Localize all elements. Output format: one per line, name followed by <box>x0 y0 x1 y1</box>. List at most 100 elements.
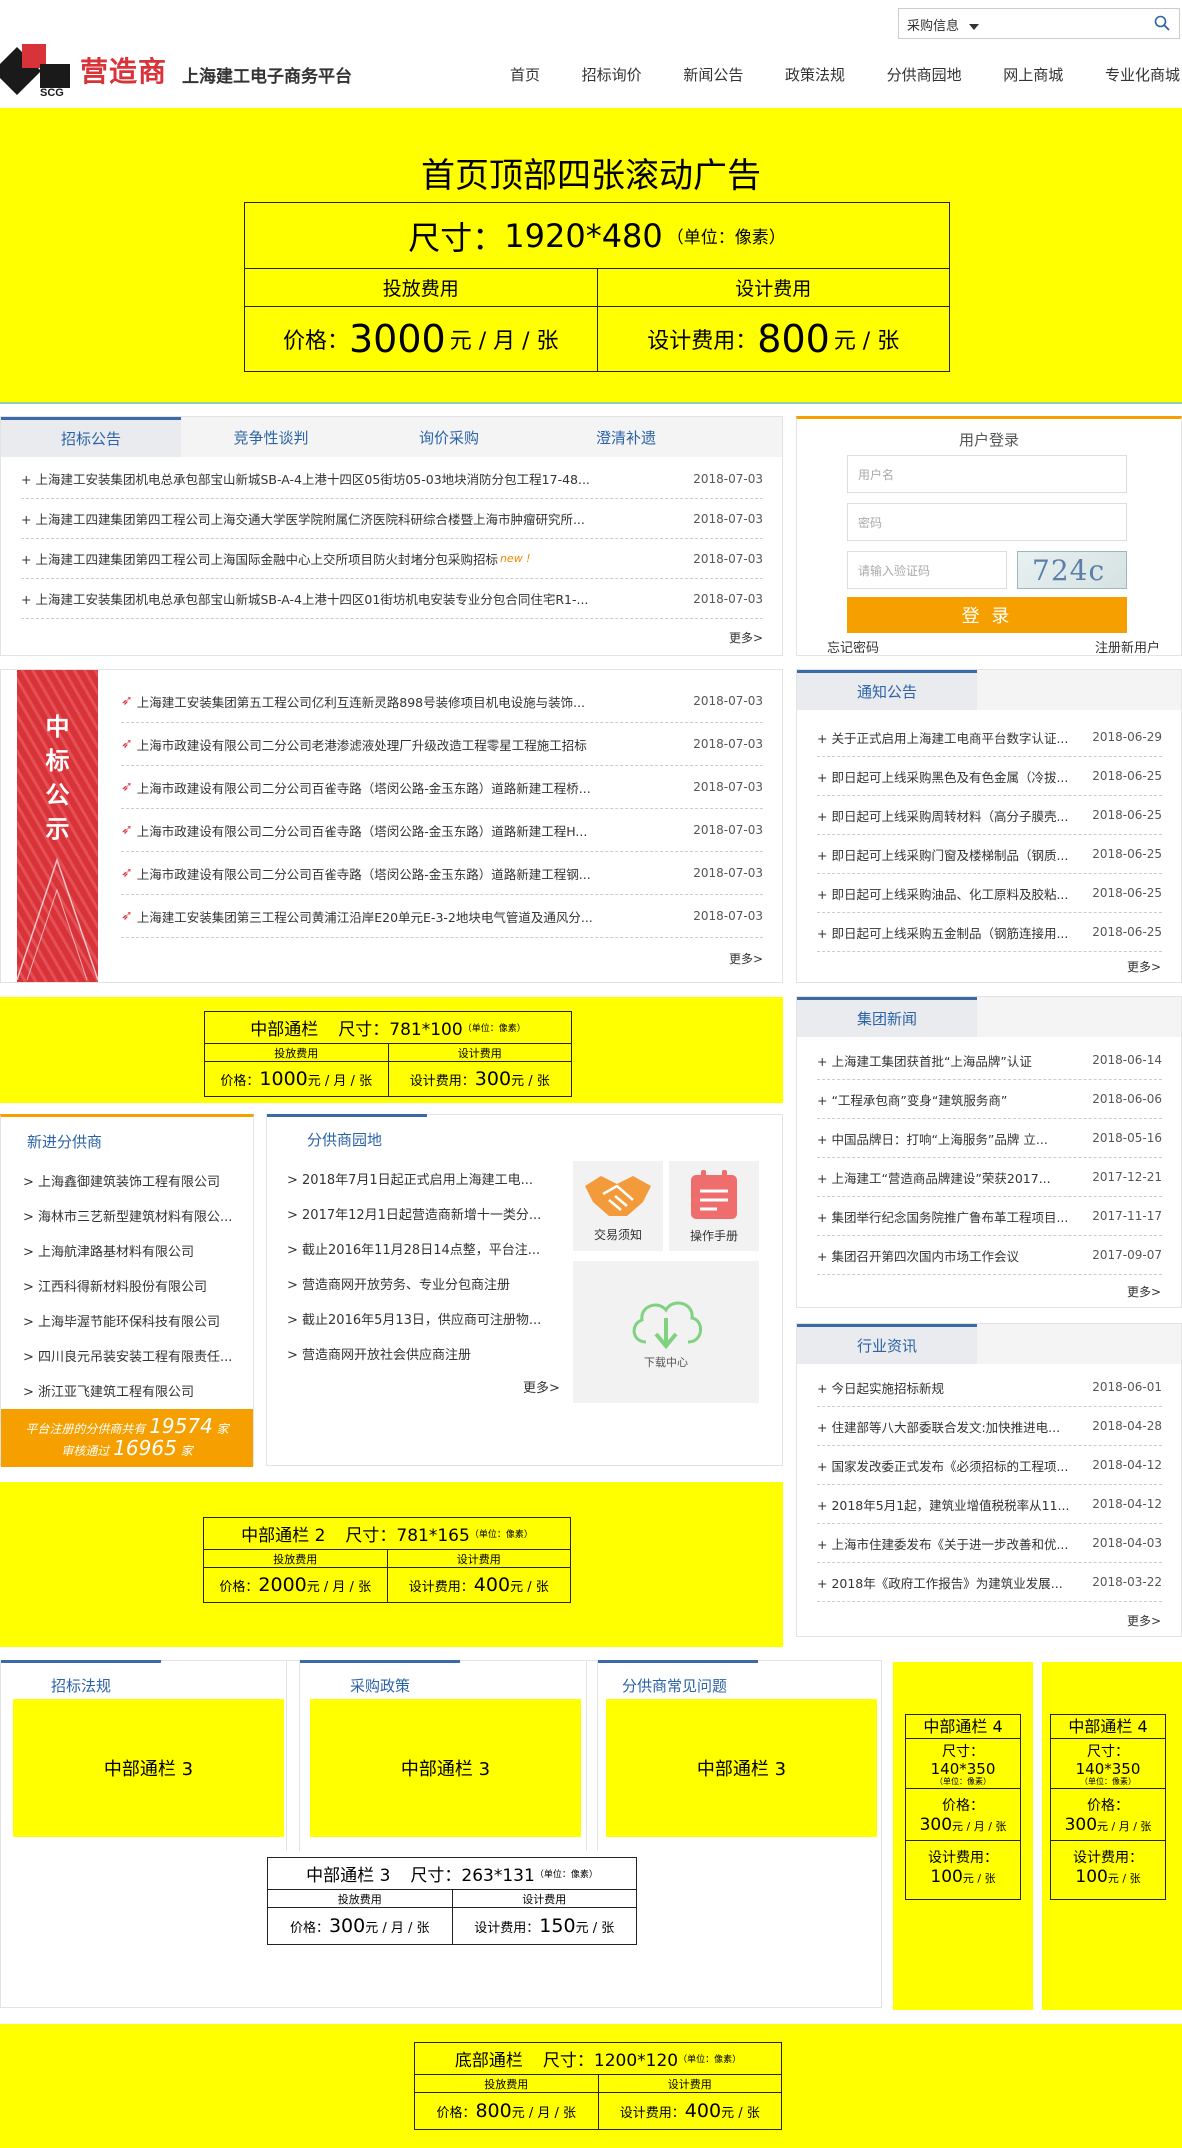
list-item-title[interactable]: + 关于正式启用上海建工电商平台数字认证... <box>817 728 1082 747</box>
tab-inquiry-purchase[interactable]: 询价采购 <box>359 417 539 457</box>
list-item[interactable]: + 上海建工四建集团第四工程公司上海国际金融中心上交所项目防火封堵分包采购招标 n… <box>21 539 763 579</box>
trade-notice-tile[interactable]: 交易须知 <box>573 1161 663 1251</box>
list-item[interactable]: + 中国品牌日：打响“上海服务”品牌 立... 2018-05-16 <box>817 1119 1162 1158</box>
list-item[interactable]: > 四川良元吊装安装工程有限责任... <box>23 1340 249 1375</box>
list-item[interactable]: + 上海建工集团获首批“上海品牌”认证 2018-06-14 <box>817 1041 1162 1080</box>
list-item[interactable]: > 上海毕渥节能环保科技有限公司 <box>23 1305 249 1340</box>
list-item[interactable]: + 上海建工四建集团第四工程公司上海交通大学医学院附属仁济医院科研综合楼暨上海市… <box>21 499 763 539</box>
list-item-title[interactable]: 上海市政建设有限公司二分公司老港渗滤液处理厂升级改造工程零星工程施工招标 <box>137 735 684 754</box>
side-ad-2[interactable]: 中部通栏 4 尺寸： 140*350 （单位：像素） 价格： 300元 / 月 … <box>1042 1662 1182 2010</box>
nav-bidding[interactable]: 招标询价 <box>582 64 642 85</box>
list-item[interactable]: ➶ 上海市政建设有限公司二分公司百雀寺路（塔闵公路-金玉东路）道路新建工程H...… <box>121 809 763 852</box>
list-item-title[interactable]: + 即日起可上线采购五金制品（钢筋连接用... <box>817 923 1082 942</box>
tab-purchase-policy[interactable]: 采购政策 <box>350 1675 410 1696</box>
industry-more-link[interactable]: 更多> <box>1127 1612 1161 1629</box>
list-item[interactable]: ➶ 上海市政建设有限公司二分公司百雀寺路（塔闵公路-金玉东路）道路新建工程钢...… <box>121 852 763 895</box>
side-ad-1[interactable]: 中部通栏 4 尺寸： 140*350 （单位：像素） 价格： 300元 / 月 … <box>893 1662 1033 2010</box>
list-item[interactable]: + 集团举行纪念国务院推广鲁布革工程项目... 2017-11-17 <box>817 1197 1162 1236</box>
notice-more-link[interactable]: 更多> <box>1127 958 1161 975</box>
list-item-title[interactable]: 上海建工安装集团第五工程公司亿利互连新灵路898号装修项目机电设施与装饰... <box>137 692 684 711</box>
list-item[interactable]: + 即日起可上线采购周转材料（高分子膜壳... 2018-06-25 <box>817 796 1162 835</box>
supplier-garden-title[interactable]: 分供商园地 <box>307 1129 382 1150</box>
forgot-password-link[interactable]: 忘记密码 <box>827 637 879 656</box>
list-item-title[interactable]: 上海建工安装集团第三工程公司黄浦江沿岸E20单元E-3-2地块电气管道及通风分.… <box>137 907 684 926</box>
list-item[interactable]: > 截止2016年11月28日14点整，平台注... <box>287 1233 562 1268</box>
nav-home[interactable]: 首页 <box>510 64 540 85</box>
list-item-title[interactable]: + 即日起可上线采购黑色及有色金属（冷拔... <box>817 767 1082 786</box>
list-item[interactable]: + 2018年《政府工作报告》为建筑业发展... 2018-03-22 <box>817 1563 1162 1602</box>
list-item-title[interactable]: + 2018年《政府工作报告》为建筑业发展... <box>817 1573 1082 1592</box>
nav-news[interactable]: 新闻公告 <box>683 64 743 85</box>
tab-bidding-regulations[interactable]: 招标法规 <box>51 1675 111 1696</box>
list-item[interactable]: + “工程承包商”变身“建筑服务商” 2018-06-06 <box>817 1080 1162 1119</box>
list-item[interactable]: + 上海建工“营造商品牌建设”荣获2017... 2017-12-21 <box>817 1158 1162 1197</box>
nav-supplier-garden[interactable]: 分供商园地 <box>887 64 962 85</box>
group-news-more-link[interactable]: 更多> <box>1127 1283 1161 1300</box>
list-item[interactable]: + 国家发改委正式发布《必须招标的工程项... 2018-04-12 <box>817 1446 1162 1485</box>
list-item-title[interactable]: + 住建部等八大部委联合发文:加快推进电... <box>817 1417 1082 1436</box>
winning-side-banner[interactable]: 中 标 公 示 <box>17 670 98 982</box>
list-item[interactable]: > 上海鑫御建筑装饰工程有限公司 <box>23 1165 249 1200</box>
notice-title[interactable]: 通知公告 <box>797 670 977 710</box>
list-item[interactable]: + 上海建工安装集团机电总承包部宝山新城SB-A-4上港十四区01街坊机电安装专… <box>21 579 763 619</box>
list-item[interactable]: + 今日起实施招标新规 2018-06-01 <box>817 1368 1162 1407</box>
list-item-title[interactable]: + 即日起可上线采购门窗及楼梯制品（钢质... <box>817 845 1082 864</box>
list-item-title[interactable]: + 即日起可上线采购油品、化工原料及胶粘... <box>817 884 1082 903</box>
supplier-garden-more-link[interactable]: 更多> <box>523 1377 560 1396</box>
list-item-title[interactable]: 上海市政建设有限公司二分公司百雀寺路（塔闵公路-金玉东路）道路新建工程桥... <box>137 778 684 797</box>
list-item[interactable]: > 海林市三艺新型建筑材料有限公... <box>23 1200 249 1235</box>
list-item[interactable]: > 营造商网开放劳务、专业分包商注册 <box>287 1268 562 1303</box>
list-item[interactable]: > 2018年7月1日起正式启用上海建工电... <box>287 1163 562 1198</box>
list-item-title[interactable]: 上海市政建设有限公司二分公司百雀寺路（塔闵公路-金玉东路）道路新建工程钢... <box>137 864 684 883</box>
list-item-title[interactable]: + 上海建工“营造商品牌建设”荣获2017... <box>817 1168 1082 1187</box>
list-item-title[interactable]: + 上海建工集团获首批“上海品牌”认证 <box>817 1051 1082 1070</box>
search-box[interactable]: 采购信息 <box>898 8 1180 39</box>
list-item-title[interactable]: + 中国品牌日：打响“上海服务”品牌 立... <box>817 1129 1082 1148</box>
list-item[interactable]: ➶ 上海市政建设有限公司二分公司百雀寺路（塔闵公路-金玉东路）道路新建工程桥...… <box>121 766 763 809</box>
list-item[interactable]: + 上海市住建委发布《关于进一步改善和优... 2018-04-03 <box>817 1524 1162 1563</box>
logo[interactable]: SCG 营造商 上海建工电子商务平台 <box>0 42 370 100</box>
nav-specialized-mall[interactable]: 专业化商城 <box>1105 64 1180 85</box>
list-item[interactable]: > 截止2016年5月13日，供应商可注册物... <box>287 1303 562 1338</box>
list-item-title[interactable]: + 上海建工安装集团机电总承包部宝山新城SB-A-4上港十四区05街坊05-03… <box>21 469 683 488</box>
download-center-tile[interactable]: 下载中心 <box>573 1261 759 1403</box>
username-field[interactable]: 用户名 <box>847 455 1127 493</box>
list-item-title[interactable]: + 上海建工四建集团第四工程公司上海交通大学医学院附属仁济医院科研综合楼暨上海市… <box>21 509 683 528</box>
tab-competitive-negotiation[interactable]: 竞争性谈判 <box>181 417 361 457</box>
captcha-field[interactable]: 请输入验证码 <box>847 551 1007 589</box>
list-item-title[interactable]: 上海市政建设有限公司二分公司百雀寺路（塔闵公路-金玉东路）道路新建工程H... <box>137 821 684 840</box>
list-item[interactable]: > 浙江亚飞建筑工程有限公司 <box>23 1375 249 1410</box>
bidding-more-link[interactable]: 更多> <box>729 629 763 646</box>
list-item-title[interactable]: + 上海建工安装集团机电总承包部宝山新城SB-A-4上港十四区01街坊机电安装专… <box>21 589 683 608</box>
list-item-title[interactable]: + 集团举行纪念国务院推广鲁布革工程项目... <box>817 1207 1082 1226</box>
tab-supplier-faq[interactable]: 分供商常见问题 <box>622 1675 727 1696</box>
group-news-title[interactable]: 集团新闻 <box>797 997 977 1037</box>
list-item-title[interactable]: + 即日起可上线采购周转材料（高分子膜壳... <box>817 806 1082 825</box>
list-item-title[interactable]: + 集团召开第四次国内市场工作会议 <box>817 1246 1082 1265</box>
list-item[interactable]: > 江西科得新材料股份有限公司 <box>23 1270 249 1305</box>
search-icon[interactable] <box>1154 15 1170 31</box>
list-item[interactable]: + 集团召开第四次国内市场工作会议 2017-09-07 <box>817 1236 1162 1275</box>
register-link[interactable]: 注册新用户 <box>1095 637 1160 656</box>
list-item-title[interactable]: + “工程承包商”变身“建筑服务商” <box>817 1090 1082 1109</box>
bottom-ad[interactable]: 底部通栏 尺寸：1200*120 （单位：像素） 投放费用 设计费用 价格： 80… <box>0 2024 1182 2148</box>
list-item-title[interactable]: + 上海市住建委发布《关于进一步改善和优... <box>817 1534 1082 1553</box>
policy-ad-slot-3[interactable]: 中部通栏 3 <box>606 1699 877 1837</box>
list-item[interactable]: + 上海建工安装集团机电总承包部宝山新城SB-A-4上港十四区05街坊05-03… <box>21 459 763 499</box>
list-item[interactable]: + 即日起可上线采购黑色及有色金属（冷拔... 2018-06-25 <box>817 757 1162 796</box>
list-item[interactable]: + 关于正式启用上海建工电商平台数字认证... 2018-06-29 <box>817 718 1162 757</box>
tab-bidding-notice[interactable]: 招标公告 <box>1 417 181 457</box>
list-item[interactable]: > 营造商网开放社会供应商注册 <box>287 1338 562 1373</box>
list-item[interactable]: ➶ 上海市政建设有限公司二分公司老港渗滤液处理厂升级改造工程零星工程施工招标 201… <box>121 723 763 766</box>
list-item[interactable]: + 即日起可上线采购油品、化工原料及胶粘... 2018-06-25 <box>817 874 1162 913</box>
list-item[interactable]: + 即日起可上线采购五金制品（钢筋连接用... 2018-06-25 <box>817 913 1162 952</box>
search-category-select[interactable]: 采购信息 <box>907 15 980 34</box>
manual-tile[interactable]: 操作手册 <box>669 1161 759 1251</box>
mid-ad-1[interactable]: 中部通栏 尺寸：781*100 （单位：像素） 投放费用 设计费用 价格： 100… <box>0 997 783 1103</box>
password-field[interactable]: 密码 <box>847 503 1127 541</box>
list-item-title[interactable]: + 2018年5月1起，建筑业增值税税率从11... <box>817 1495 1082 1514</box>
list-item[interactable]: + 2018年5月1起，建筑业增值税税率从11... 2018-04-12 <box>817 1485 1162 1524</box>
list-item[interactable]: > 2017年12月1日起营造商新增十一类分... <box>287 1198 562 1233</box>
list-item-title[interactable]: + 今日起实施招标新规 <box>817 1378 1082 1397</box>
list-item[interactable]: ➶ 上海建工安装集团第五工程公司亿利互连新灵路898号装修项目机电设施与装饰...… <box>121 680 763 723</box>
